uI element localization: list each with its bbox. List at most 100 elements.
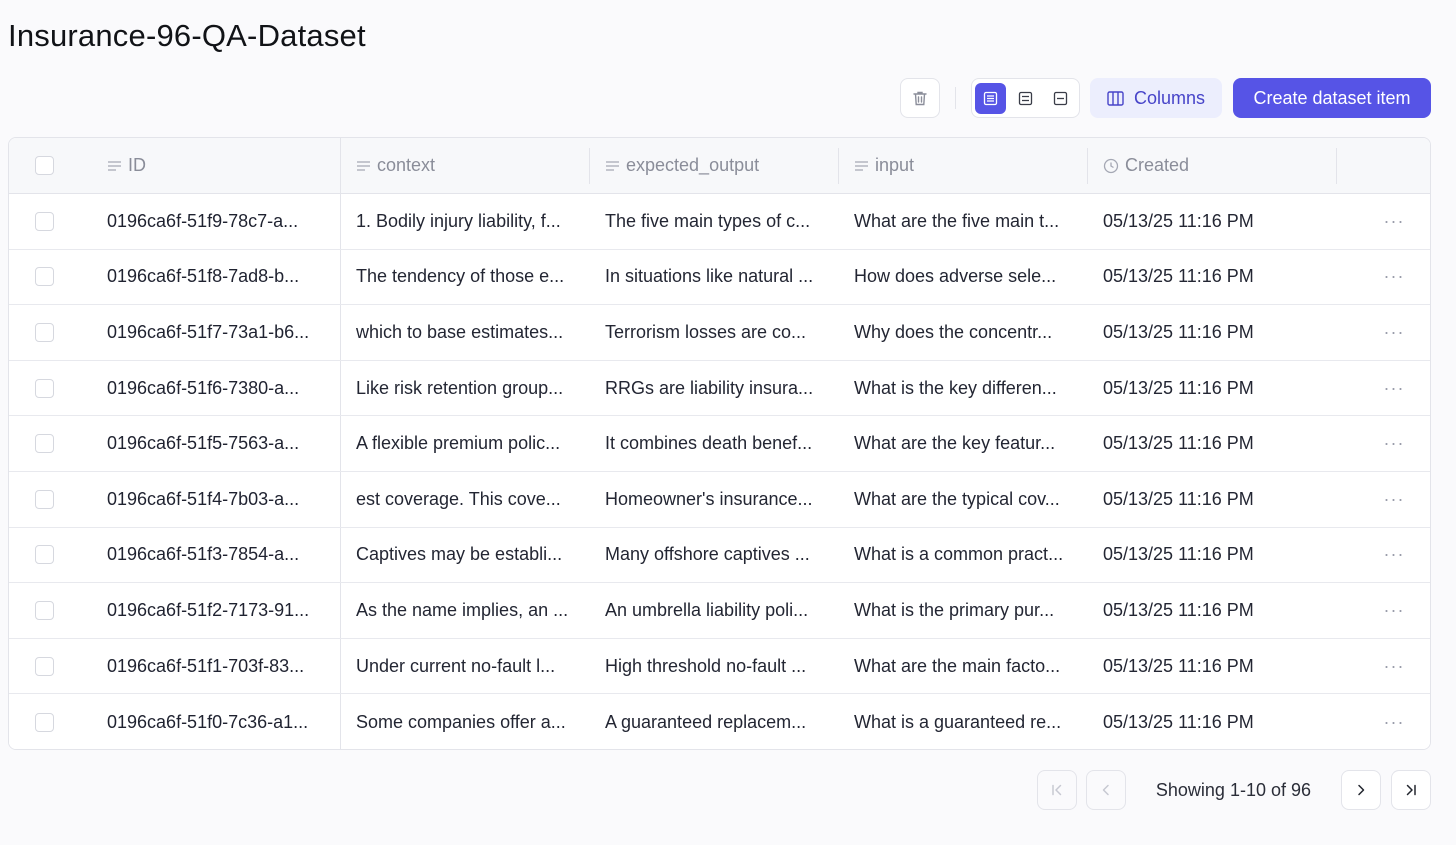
- table-row[interactable]: 0196ca6f-51f8-7ad8-b... The tendency of …: [9, 249, 1430, 306]
- table-row[interactable]: 0196ca6f-51f6-7380-a... Like risk retent…: [9, 360, 1430, 417]
- column-divider: [340, 194, 341, 249]
- item-id-link[interactable]: 0196ca6f-51f8-7ad8-b...: [107, 266, 339, 287]
- table-row[interactable]: 0196ca6f-51f1-703f-83... Under current n…: [9, 638, 1430, 695]
- header-context[interactable]: context: [356, 138, 585, 193]
- columns-button[interactable]: Columns: [1090, 78, 1222, 118]
- table-row[interactable]: 0196ca6f-51f9-78c7-a... 1. Bodily injury…: [9, 194, 1430, 250]
- column-divider: [340, 471, 341, 527]
- input-cell: What is the primary pur...: [854, 599, 1055, 620]
- context-cell: Some companies offer a...: [356, 711, 566, 732]
- rows-compact-icon: [983, 91, 998, 105]
- density-medium-button[interactable]: [1010, 83, 1041, 114]
- first-page-button[interactable]: [1036, 770, 1077, 810]
- text-column-icon: [606, 160, 619, 171]
- column-divider: [1087, 148, 1088, 184]
- row-actions-button[interactable]: ···: [1384, 266, 1405, 287]
- input-cell: What is a common pract...: [854, 544, 1064, 565]
- page-title: Insurance-96-QA-Dataset: [8, 18, 366, 53]
- item-id-link[interactable]: 0196ca6f-51f4-7b03-a...: [107, 489, 339, 510]
- created-cell: 05/13/25 11:16 PM: [1103, 433, 1254, 454]
- row-actions-button[interactable]: ···: [1384, 712, 1405, 733]
- row-checkbox[interactable]: [35, 489, 54, 509]
- created-cell: 05/13/25 11:16 PM: [1103, 655, 1254, 676]
- context-cell: The tendency of those e...: [356, 266, 565, 287]
- table-body: 0196ca6f-51f9-78c7-a... 1. Bodily injury…: [9, 194, 1430, 749]
- item-id-link[interactable]: 0196ca6f-51f6-7380-a...: [107, 378, 339, 399]
- table-row[interactable]: 0196ca6f-51f2-7173-91... As the name imp…: [9, 583, 1430, 639]
- row-checkbox[interactable]: [35, 322, 54, 342]
- text-column-icon: [357, 160, 370, 171]
- columns-icon: [1107, 90, 1124, 106]
- header-created[interactable]: Created: [1103, 138, 1323, 193]
- row-checkbox[interactable]: [35, 267, 54, 287]
- dataset-items-table: ID context expected_output input Created…: [8, 137, 1431, 750]
- table-row[interactable]: 0196ca6f-51f3-7854-a... Captives may be …: [9, 527, 1430, 584]
- input-cell: What is the key differen...: [854, 377, 1057, 398]
- context-cell: Like risk retention group...: [356, 377, 564, 398]
- created-cell: 05/13/25 11:16 PM: [1103, 210, 1254, 231]
- row-actions-button[interactable]: ···: [1384, 600, 1405, 621]
- density-compact-button[interactable]: [975, 82, 1006, 114]
- row-actions-button[interactable]: ···: [1384, 656, 1405, 677]
- row-checkbox[interactable]: [35, 211, 54, 231]
- row-checkbox[interactable]: [35, 600, 54, 620]
- expected-output-cell: Terrorism losses are co...: [605, 321, 807, 342]
- column-divider: [340, 583, 341, 638]
- expected-output-cell: Homeowner's insurance...: [605, 488, 813, 509]
- input-cell: What are the five main t...: [854, 210, 1060, 231]
- column-divider: [1336, 148, 1337, 184]
- header-id[interactable]: ID: [107, 138, 339, 193]
- select-all-checkbox[interactable]: [35, 156, 54, 175]
- item-id-link[interactable]: 0196ca6f-51f5-7563-a...: [107, 433, 339, 454]
- row-checkbox[interactable]: [35, 434, 54, 454]
- text-column-icon: [855, 160, 868, 171]
- columns-button-label: Columns: [1133, 87, 1206, 108]
- table-row[interactable]: 0196ca6f-51f7-73a1-b6... which to base e…: [9, 305, 1430, 361]
- row-actions-button[interactable]: ···: [1384, 489, 1405, 510]
- table-row[interactable]: 0196ca6f-51f4-7b03-a... est coverage. Th…: [9, 471, 1430, 528]
- toolbar-divider: [955, 87, 956, 109]
- column-divider: [340, 527, 341, 583]
- expected-output-cell: An umbrella liability poli...: [605, 599, 809, 620]
- context-cell: Under current no-fault l...: [356, 655, 556, 676]
- header-expected-output[interactable]: expected_output: [605, 138, 834, 193]
- row-actions-button[interactable]: ···: [1384, 378, 1405, 399]
- row-actions-button[interactable]: ···: [1384, 433, 1405, 454]
- next-page-button[interactable]: [1341, 770, 1381, 810]
- clock-icon: [1103, 158, 1119, 173]
- table-header: ID context expected_output input Created: [9, 138, 1430, 194]
- row-actions-button[interactable]: ···: [1384, 211, 1405, 232]
- input-cell: What is a guaranteed re...: [854, 711, 1062, 732]
- row-checkbox[interactable]: [35, 378, 54, 398]
- expected-output-cell: RRGs are liability insura...: [605, 377, 814, 398]
- item-id-link[interactable]: 0196ca6f-51f0-7c36-a1...: [107, 712, 339, 733]
- first-page-icon: [1052, 784, 1062, 796]
- column-divider: [340, 360, 341, 416]
- created-cell: 05/13/25 11:16 PM: [1103, 488, 1254, 509]
- row-checkbox[interactable]: [35, 712, 54, 732]
- density-expanded-button[interactable]: [1045, 83, 1076, 114]
- previous-page-button[interactable]: [1085, 770, 1126, 810]
- pagination-status: Showing 1-10 of 96: [1155, 779, 1311, 800]
- context-cell: As the name implies, an ...: [356, 599, 569, 620]
- input-cell: Why does the concentr...: [854, 321, 1053, 342]
- table-row[interactable]: 0196ca6f-51f5-7563-a... A flexible premi…: [9, 416, 1430, 472]
- table-row[interactable]: 0196ca6f-51f0-7c36-a1... Some companies …: [9, 694, 1430, 749]
- row-actions-button[interactable]: ···: [1384, 322, 1405, 343]
- item-id-link[interactable]: 0196ca6f-51f9-78c7-a...: [107, 211, 339, 232]
- context-cell: est coverage. This cove...: [356, 488, 561, 509]
- text-column-icon: [108, 160, 121, 171]
- delete-button[interactable]: [900, 78, 940, 118]
- create-dataset-item-button[interactable]: Create dataset item: [1233, 78, 1431, 118]
- row-checkbox[interactable]: [35, 656, 54, 676]
- created-cell: 05/13/25 11:16 PM: [1103, 711, 1254, 732]
- item-id-link[interactable]: 0196ca6f-51f3-7854-a...: [107, 544, 339, 565]
- last-page-button[interactable]: [1391, 770, 1431, 810]
- row-checkbox[interactable]: [35, 545, 54, 565]
- item-id-link[interactable]: 0196ca6f-51f2-7173-91...: [107, 600, 339, 621]
- row-actions-button[interactable]: ···: [1384, 544, 1405, 565]
- rows-expanded-icon: [1053, 91, 1068, 105]
- header-input[interactable]: input: [854, 138, 1083, 193]
- item-id-link[interactable]: 0196ca6f-51f7-73a1-b6...: [107, 322, 339, 343]
- item-id-link[interactable]: 0196ca6f-51f1-703f-83...: [107, 656, 339, 677]
